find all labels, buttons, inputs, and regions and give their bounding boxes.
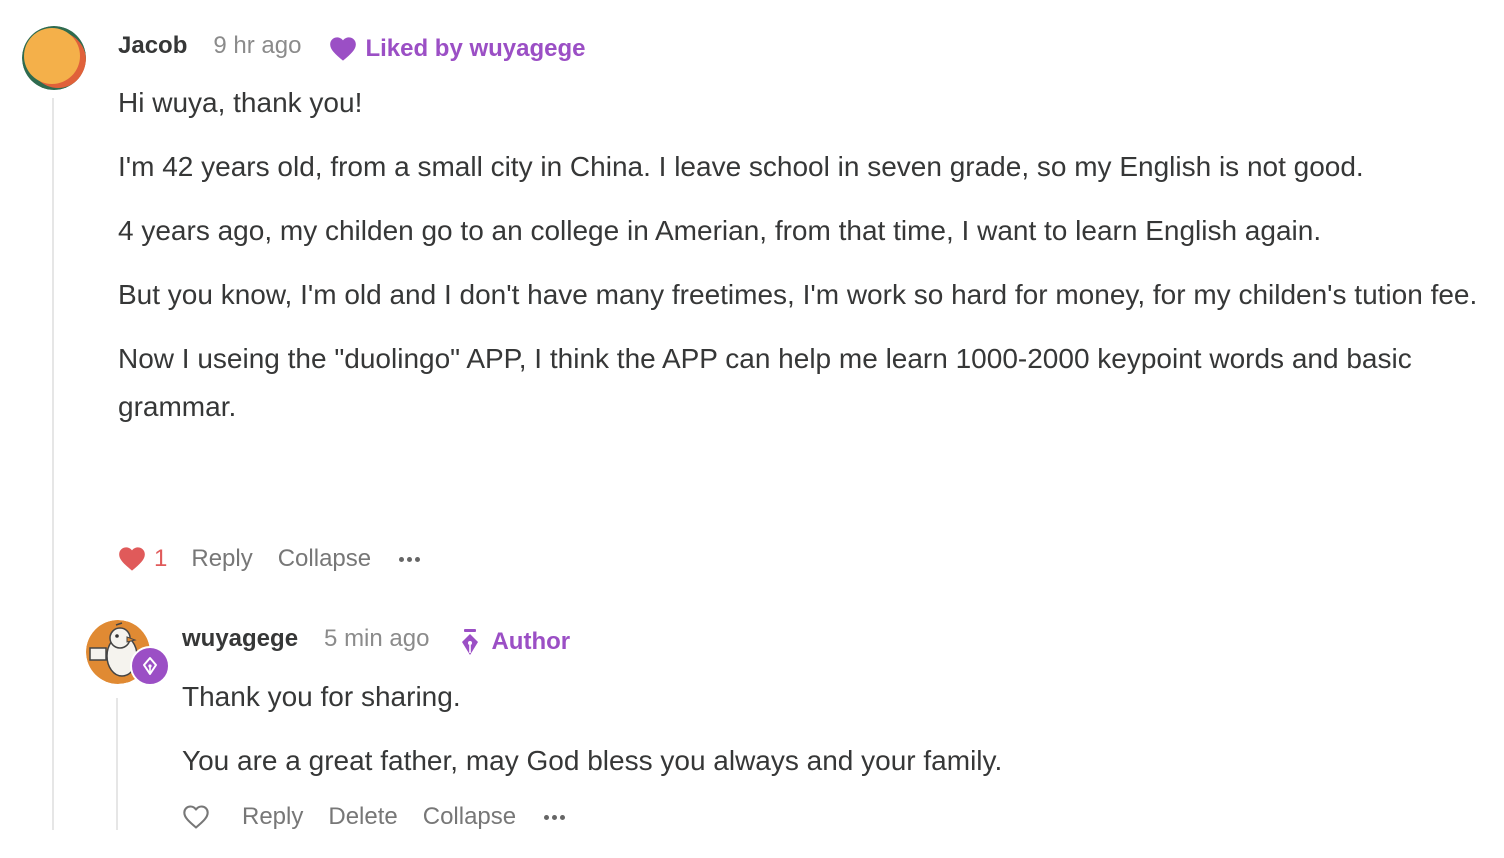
timestamp[interactable]: 5 min ago bbox=[324, 625, 429, 653]
comment-paragraph: I'm 42 years old, from a small city in C… bbox=[118, 151, 1364, 182]
reply-button[interactable]: Reply bbox=[191, 545, 252, 573]
comment-paragraph: But you know, I'm old and I don't have m… bbox=[118, 279, 1478, 310]
delete-button[interactable]: Delete bbox=[328, 803, 397, 831]
more-options-icon[interactable] bbox=[399, 556, 421, 562]
collapse-button[interactable]: Collapse bbox=[423, 803, 516, 831]
like-count: 1 bbox=[154, 545, 168, 572]
like-button[interactable]: 1 bbox=[118, 545, 167, 573]
author-badge: Author bbox=[459, 628, 570, 656]
like-button[interactable] bbox=[182, 804, 210, 830]
author-label: Author bbox=[491, 628, 571, 655]
pen-nib-icon bbox=[143, 657, 157, 675]
comment-body: Hi wuya, thank you! I'm 42 years old, fr… bbox=[118, 79, 1488, 447]
comment-actions: 1 Reply Collapse bbox=[118, 540, 421, 578]
thread-line-reply bbox=[116, 698, 118, 830]
username[interactable]: Jacob bbox=[118, 32, 187, 60]
heart-icon bbox=[330, 37, 357, 61]
comment-header: Jacob 9 hr ago Liked by wuyagege bbox=[118, 28, 586, 64]
avatar[interactable] bbox=[22, 26, 86, 90]
liked-by-label: Liked by wuyagege bbox=[365, 35, 586, 62]
comment-paragraph: Hi wuya, thank you! bbox=[118, 87, 363, 118]
reply-button[interactable]: Reply bbox=[242, 803, 303, 831]
author-avatar-badge bbox=[130, 646, 170, 686]
comment-actions: Reply Delete Collapse bbox=[182, 798, 566, 836]
comment-paragraph: Thank you for sharing. bbox=[182, 681, 461, 712]
comment-paragraph: 4 years ago, my childen go to an college… bbox=[118, 215, 1322, 246]
heart-icon bbox=[119, 547, 145, 571]
more-options-icon[interactable] bbox=[544, 814, 566, 820]
thread-line-main bbox=[52, 98, 54, 830]
collapse-button[interactable]: Collapse bbox=[278, 545, 371, 573]
liked-by-badge: Liked by wuyagege bbox=[329, 35, 586, 63]
pen-nib-icon bbox=[462, 629, 479, 655]
comment-paragraph: Now I useing the "duolingo" APP, I think… bbox=[118, 343, 1412, 422]
avatar-image bbox=[22, 26, 86, 90]
comment-body: Thank you for sharing. You are a great f… bbox=[182, 673, 1482, 801]
heart-outline-icon bbox=[183, 805, 209, 829]
comment-header: wuyagege 5 min ago Author bbox=[182, 621, 570, 657]
timestamp[interactable]: 9 hr ago bbox=[213, 32, 301, 60]
comment-paragraph: You are a great father, may God bless yo… bbox=[182, 745, 1003, 776]
username[interactable]: wuyagege bbox=[182, 625, 298, 653]
